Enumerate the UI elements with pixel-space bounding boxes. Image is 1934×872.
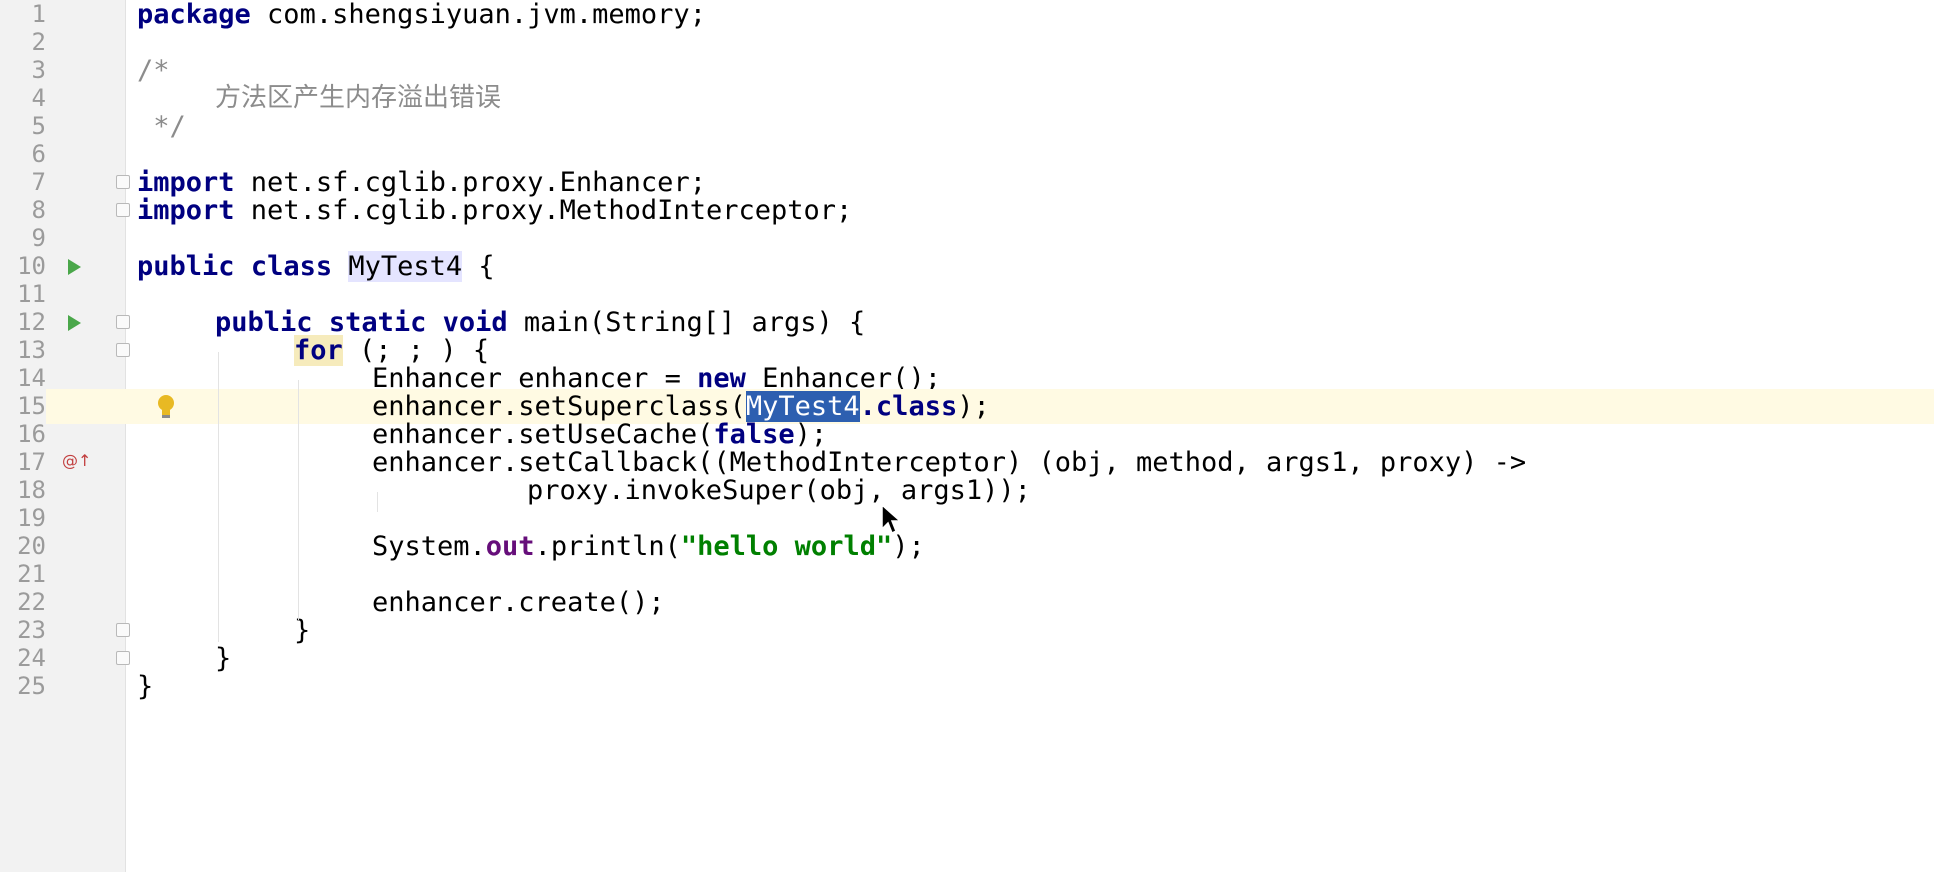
line-number: 25 [17,672,46,700]
override-icon[interactable]: @↑ [62,451,91,471]
mouse-pointer-icon [881,503,902,535]
fold-icon[interactable] [116,623,130,637]
fold-icon[interactable] [116,175,130,189]
run-class-icon[interactable] [68,259,81,275]
fold-icon[interactable] [116,315,130,329]
fold-icon[interactable] [116,203,130,217]
indent-guide [377,492,378,512]
code-editor[interactable]: 1 package com.shengsiyuan.jvm.memory; 2 … [0,0,1934,872]
fold-icon[interactable] [116,651,130,665]
indent-guide [218,352,219,642]
indent-guide [298,380,299,620]
code-line[interactable]: 25 } [0,669,1934,704]
fold-icon[interactable] [116,343,130,357]
run-main-icon[interactable] [68,315,81,331]
code-text: } [137,671,154,702]
